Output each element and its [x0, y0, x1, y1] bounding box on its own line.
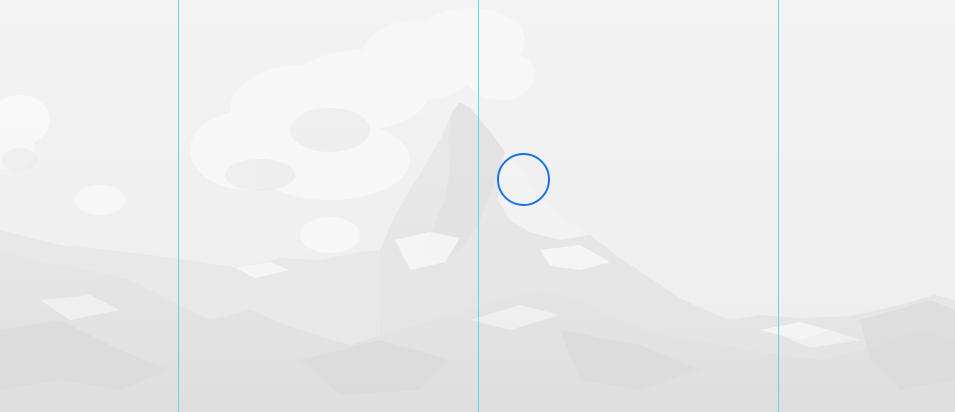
editor-canvas[interactable]: [0, 0, 955, 412]
mountain-background-image: [0, 0, 955, 412]
